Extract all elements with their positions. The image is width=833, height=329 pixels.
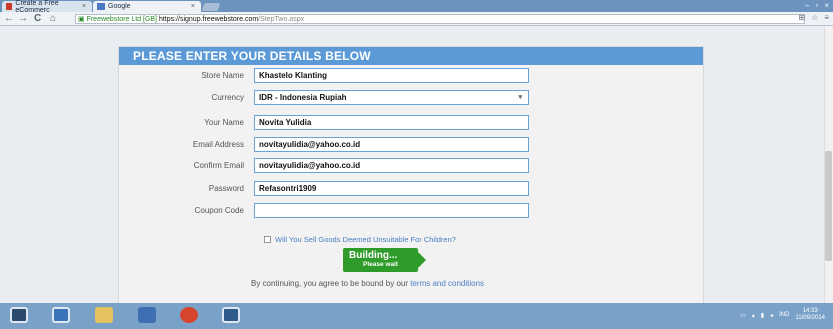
menu-icon[interactable]: ≡: [824, 13, 829, 22]
tab-close-icon[interactable]: ×: [82, 3, 86, 10]
site-favicon-icon: [6, 3, 13, 10]
email-address-input[interactable]: novitayulidia@yahoo.co.id: [254, 137, 529, 152]
title-bar: Create a Free eCommerc × Google × – ▫ ×: [0, 0, 833, 14]
coupon-code-label: Coupon Code: [194, 206, 244, 215]
password-label: Password: [208, 184, 244, 193]
clock-date: 11/09/2014: [795, 315, 825, 321]
your-name-input[interactable]: Novita Yulidia: [254, 115, 529, 130]
media-player-icon[interactable]: [138, 307, 156, 323]
tab-label: Google: [108, 3, 131, 10]
tab-google[interactable]: Google ×: [93, 1, 201, 12]
close-window-icon[interactable]: ×: [824, 1, 829, 10]
new-tab-button[interactable]: [201, 3, 221, 11]
reload-icon[interactable]: C: [34, 13, 41, 25]
url-path: /StepTwo.aspx: [258, 16, 305, 23]
currency-label: Currency: [211, 93, 244, 102]
confirm-email-input[interactable]: novitayulidia@yahoo.co.id: [254, 158, 529, 173]
page-content: PLEASE ENTER YOUR DETAILS BELOW Store Na…: [0, 26, 833, 318]
forward-icon[interactable]: →: [18, 13, 28, 25]
email-address-label: Email Address: [192, 140, 244, 149]
tray-expand-icon[interactable]: ▴: [752, 312, 755, 319]
terms-text: By continuing, you agree to be bound by …: [251, 279, 411, 288]
back-icon[interactable]: ←: [4, 13, 14, 25]
maximize-icon[interactable]: ▫: [815, 1, 818, 10]
coupon-code-input[interactable]: [254, 203, 529, 218]
folder-icon[interactable]: [95, 307, 113, 323]
bookmark-star-icon[interactable]: ☆: [811, 13, 818, 22]
notes-app-icon[interactable]: [52, 307, 70, 323]
button-subtitle: Please wait: [363, 261, 399, 268]
password-input[interactable]: Refasontri1909: [254, 181, 529, 196]
tab-create-free-ecommerce[interactable]: Create a Free eCommerc ×: [2, 0, 92, 14]
currency-select[interactable]: IDR - Indonesia Rupiah: [254, 90, 529, 105]
system-tray: ▭ ▴ ▮ ◂ IND 14:33 11/09/2014: [740, 308, 825, 322]
your-name-label: Your Name: [204, 118, 244, 127]
home-icon[interactable]: ⌂: [50, 13, 56, 25]
terms-link[interactable]: terms and conditions: [410, 279, 484, 288]
volume-icon[interactable]: ◂: [770, 312, 773, 319]
tab-close-icon[interactable]: ×: [191, 3, 195, 10]
scroll-thumb[interactable]: [825, 151, 832, 261]
network-icon[interactable]: ▮: [761, 312, 764, 319]
keyboard-icon[interactable]: ▭: [740, 312, 746, 319]
desktop-icon[interactable]: [10, 307, 28, 323]
confirm-email-label: Confirm Email: [193, 161, 244, 170]
chrome-icon[interactable]: [180, 307, 198, 323]
clock[interactable]: 14:33 11/09/2014: [795, 308, 825, 322]
signup-card: PLEASE ENTER YOUR DETAILS BELOW Store Na…: [118, 46, 704, 318]
form-header: PLEASE ENTER YOUR DETAILS BELOW: [119, 47, 703, 65]
google-favicon-icon: [97, 3, 105, 10]
window-controls: – ▫ ×: [805, 0, 829, 11]
secure-identity: Freewebstore Ltd [GB]: [86, 16, 157, 23]
children-goods-option: Will You Sell Goods Deemed Unsuitable Fo…: [264, 235, 456, 244]
button-title: Building...: [349, 250, 398, 261]
screen-app-icon[interactable]: [222, 307, 240, 323]
language-indicator[interactable]: IND: [779, 312, 789, 318]
store-name-input[interactable]: Khastelo Klanting: [254, 68, 529, 83]
terms-notice: By continuing, you agree to be bound by …: [251, 279, 484, 288]
building-submit-button[interactable]: Building... Please wait: [343, 248, 426, 272]
children-goods-label[interactable]: Will You Sell Goods Deemed Unsuitable Fo…: [275, 235, 456, 244]
url-host: https://signup.freewebstore.com: [158, 16, 259, 23]
browser-toolbar: ← → C ⌂ ▣ Freewebstore Ltd [GB] https://…: [0, 12, 833, 26]
page-scrollbar[interactable]: [824, 26, 833, 303]
lock-icon: ▣: [78, 16, 85, 23]
children-goods-checkbox[interactable]: [264, 236, 271, 243]
toolbar-actions: ⊞ ☆ ≡: [798, 13, 829, 22]
clock-time: 14:33: [802, 308, 818, 314]
store-name-label: Store Name: [201, 71, 244, 80]
minimize-icon[interactable]: –: [805, 1, 809, 10]
translate-icon[interactable]: ⊞: [798, 13, 805, 22]
windows-taskbar: ▭ ▴ ▮ ◂ IND 14:33 11/09/2014: [0, 303, 833, 329]
address-bar[interactable]: ▣ Freewebstore Ltd [GB] https://signup.f…: [75, 14, 805, 24]
